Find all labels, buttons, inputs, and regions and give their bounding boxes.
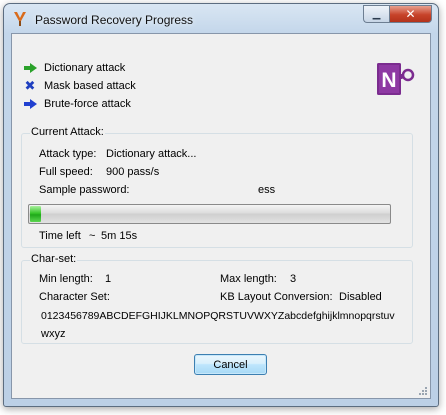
resize-grip-icon[interactable] [418, 386, 428, 396]
onenote-key-icon: N [377, 63, 415, 95]
charset-title: Char-set: [30, 253, 78, 265]
current-attack-title: Current Attack: [30, 126, 105, 138]
minimize-button[interactable]: ▁ [363, 5, 389, 23]
close-button[interactable]: ✕ [389, 5, 432, 23]
progress-fill [30, 206, 41, 222]
close-icon: ✕ [405, 7, 416, 21]
dialog-content: Dictionary attack ✖ Mask based attack Br… [11, 33, 431, 399]
legend-label-brute: Brute-force attack [44, 98, 131, 110]
kb-layout-value: Disabled [339, 291, 382, 303]
blue-x-icon: ✖ [24, 78, 36, 93]
kb-layout-label: KB Layout Conversion: [220, 291, 333, 303]
legend-item-mask: ✖ Mask based attack [23, 78, 136, 94]
time-left-label: Time left [39, 230, 81, 242]
time-left-approx: ~ [89, 230, 96, 242]
time-left-value: 5m 15s [101, 230, 138, 242]
sample-password-label: Sample password: [39, 184, 130, 196]
dialog-window: Password Recovery Progress ▁ ✕ Dictionar… [3, 3, 439, 407]
blue-arrow-icon [23, 98, 37, 110]
sample-password-value: ess [258, 184, 276, 196]
legend-item-dictionary: Dictionary attack [23, 60, 125, 76]
title-bar[interactable]: Password Recovery Progress ▁ ✕ [4, 4, 438, 34]
attack-type-value: Dictionary attack... [106, 148, 197, 160]
cancel-button[interactable]: Cancel [194, 354, 267, 375]
legend-label-dictionary: Dictionary attack [44, 62, 126, 74]
charset-group: Char-set: Min length: 1 Max length: 3 Ch… [21, 253, 413, 344]
app-icon [14, 12, 26, 26]
window-controls: ▁ ✕ [363, 5, 432, 23]
logo-letter: N [381, 69, 396, 92]
attack-progress-bar [28, 204, 391, 224]
min-length-label: Min length: [39, 273, 93, 285]
window-title: Password Recovery Progress [35, 13, 194, 27]
max-length-label: Max length: [220, 273, 277, 285]
legend-item-brute: Brute-force attack [23, 96, 131, 112]
attack-type-label: Attack type: [39, 148, 97, 160]
legend-label-mask: Mask based attack [44, 80, 136, 92]
green-arrow-icon [23, 62, 37, 74]
current-attack-group: Current Attack: Attack type: Dictionary … [21, 126, 413, 248]
minimize-icon: ▁ [372, 8, 381, 20]
character-set-line-1: 0123456789ABCDEFGHIJKLMNOPQRSTUVWXYZabcd… [41, 310, 395, 322]
character-set-line-2: wxyz [41, 328, 66, 340]
character-set-label: Character Set: [39, 291, 110, 303]
max-length-value: 3 [290, 273, 297, 285]
speed-value: 900 pass/s [106, 166, 160, 178]
speed-label: Full speed: [39, 166, 93, 178]
min-length-value: 1 [105, 273, 112, 285]
